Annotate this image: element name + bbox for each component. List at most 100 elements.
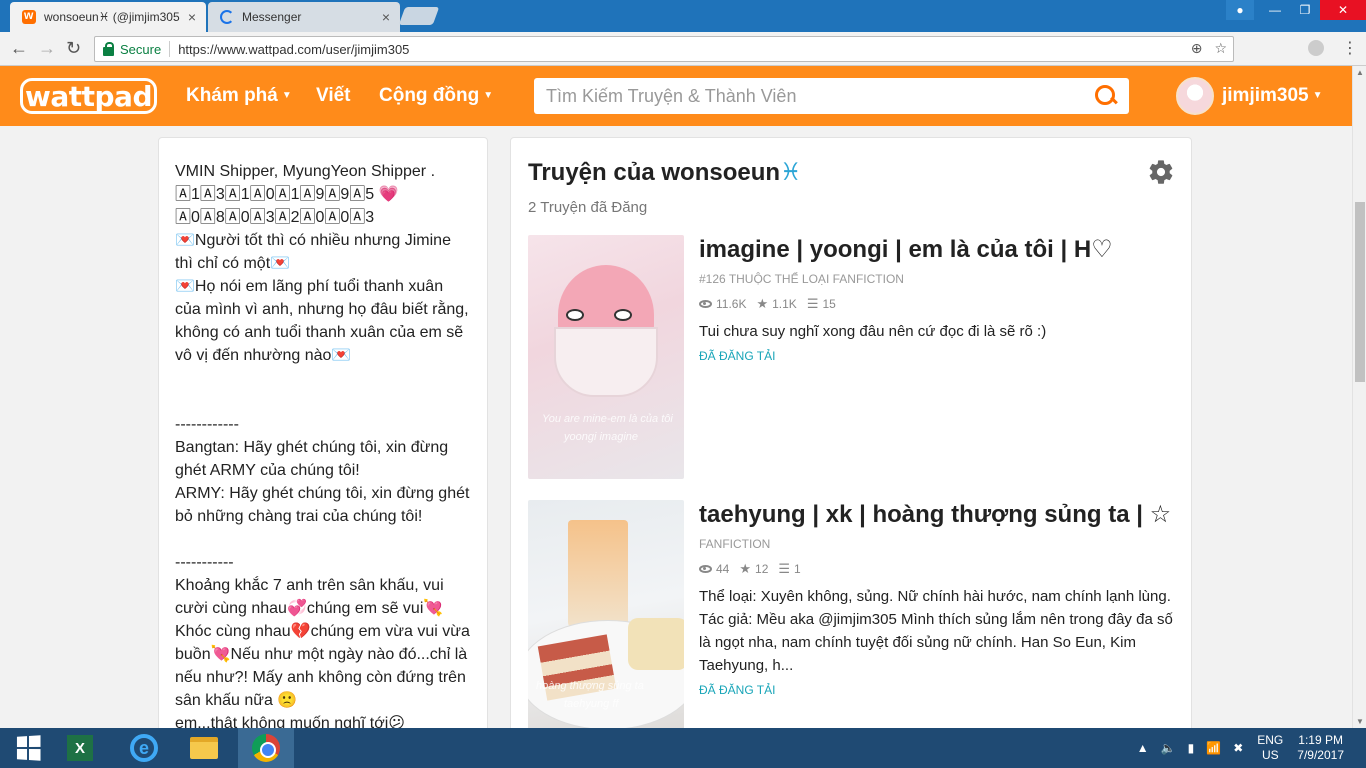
- url-text[interactable]: https://www.wattpad.com/user/jimjim305: [178, 42, 409, 57]
- stories-title-text: Truyện của wonsoeun: [528, 159, 781, 186]
- chevron-down-icon: ▼: [1312, 90, 1323, 102]
- story-description: Thể loại: Xuyên không, sủng. Nữ chính hà…: [699, 588, 1173, 674]
- windows-logo-icon: [16, 735, 41, 761]
- user-menu[interactable]: jimjim305 ▼: [1222, 85, 1323, 107]
- volume-icon[interactable]: 🔈: [1161, 741, 1176, 755]
- search-input[interactable]: [546, 85, 1095, 107]
- story-body: taehyung | xk | hoàng thượng sủng ta | ☆…: [699, 500, 1179, 697]
- taskbar-excel[interactable]: X: [52, 728, 108, 768]
- lock-icon: [103, 41, 114, 56]
- browser-tabstrip: wonsoeun♓ (@jimjim305 × Messenger × ● — …: [0, 0, 1366, 32]
- story-cover[interactable]: You are mine-em là của tôi yoongi imagin…: [528, 235, 684, 479]
- start-button[interactable]: [0, 728, 56, 768]
- nav-community[interactable]: Cộng đồng ▼: [379, 85, 493, 107]
- scroll-down-icon[interactable]: ▼: [1356, 717, 1364, 726]
- zoom-icon[interactable]: ⊕: [1191, 40, 1203, 57]
- chrome-menu-icon[interactable]: ⋮: [1342, 38, 1358, 58]
- language-indicator[interactable]: ENG US: [1257, 733, 1283, 763]
- chrome-icon: [252, 734, 280, 762]
- stories-title: Truyện của wonsoeun♓: [528, 158, 1174, 187]
- maximize-button[interactable]: ❐: [1290, 0, 1320, 20]
- close-icon[interactable]: ×: [382, 9, 390, 25]
- vote-count: 12: [755, 562, 769, 576]
- address-bar[interactable]: Secure https://www.wattpad.com/user/jimj…: [94, 36, 1234, 62]
- stories-count: 2 Truyện đã Đăng: [528, 199, 648, 216]
- forward-arrow-icon[interactable]: →: [38, 38, 56, 59]
- story-category[interactable]: #126 thuộc thể loại Fanfiction: [699, 272, 1179, 286]
- tab-label: wonsoeun♓ (@jimjim305: [44, 10, 180, 24]
- cover-bread: [628, 618, 684, 670]
- browser-toolbar: ← → ↻ Secure https://www.wattpad.com/use…: [0, 32, 1366, 66]
- pisces-symbol: ♓: [780, 159, 802, 186]
- tab-wattpad[interactable]: wonsoeun♓ (@jimjim305 ×: [10, 2, 206, 32]
- taskbar-file-explorer[interactable]: [176, 728, 232, 768]
- about-text: VMIN Shipper, MyungYeon Shipper . 🄰1🄰3🄰1…: [175, 163, 470, 728]
- chevron-up-icon[interactable]: ▲: [1137, 741, 1149, 755]
- username-label: jimjim305: [1222, 85, 1309, 106]
- window-controls: ● — ❐ ✕: [1226, 0, 1366, 20]
- tab-label: Messenger: [242, 10, 302, 24]
- nav-label: Viết: [316, 85, 351, 106]
- cover-eye: [566, 309, 584, 321]
- signal-icon[interactable]: 📶: [1206, 741, 1221, 755]
- avatar[interactable]: [1176, 77, 1214, 115]
- chevron-down-icon: ▼: [281, 90, 292, 102]
- read-count: 11.6K: [716, 297, 747, 311]
- scrollbar-thumb[interactable]: [1355, 202, 1365, 382]
- wattpad-header: wattpad Khám phá▼ Viết Cộng đồng▼ jimjim…: [0, 66, 1352, 126]
- new-tab-button[interactable]: [398, 7, 440, 25]
- story-title[interactable]: taehyung | xk | hoàng thượng sủng ta | ☆: [699, 500, 1179, 529]
- cover-drink: [568, 520, 628, 630]
- excel-icon: X: [67, 735, 93, 761]
- bookmark-star-icon[interactable]: ☆: [1214, 40, 1227, 57]
- cover-text: yoongi imagine: [564, 431, 638, 443]
- profile-icon[interactable]: ●: [1226, 0, 1254, 20]
- story-stats: 11.6K ★ 1.1K ☰ 15: [699, 296, 1179, 312]
- clock-date: 7/9/2017: [1297, 748, 1344, 762]
- extension-icon[interactable]: [1308, 40, 1324, 56]
- tab-messenger[interactable]: Messenger ×: [208, 2, 400, 32]
- nav-write[interactable]: Viết: [316, 85, 351, 107]
- language-code: ENG: [1257, 733, 1284, 747]
- story-title[interactable]: imagine | yoongi | em là của tôi | H♡: [699, 235, 1179, 264]
- clock-time: 1:19 PM: [1298, 733, 1343, 747]
- eye-icon: [699, 565, 712, 573]
- eye-icon: [699, 300, 712, 308]
- divider: [169, 41, 171, 57]
- search-box: [534, 78, 1129, 114]
- network-icon[interactable]: ✖: [1233, 741, 1243, 755]
- story-status: Đã đăng tải: [699, 683, 776, 697]
- folder-icon: [190, 737, 218, 759]
- star-icon: ★: [756, 296, 769, 311]
- reload-icon[interactable]: ↻: [66, 38, 81, 59]
- page-content: VMIN Shipper, MyungYeon Shipper . 🄰1🄰3🄰1…: [0, 126, 1352, 728]
- gear-icon[interactable]: [1147, 158, 1175, 186]
- wattpad-logo[interactable]: wattpad: [20, 78, 157, 114]
- scroll-up-icon[interactable]: ▲: [1356, 68, 1364, 77]
- taskbar-internet-explorer[interactable]: e: [116, 728, 172, 768]
- stories-panel: Truyện của wonsoeun♓ 2 Truyện đã Đăng Yo…: [510, 137, 1192, 728]
- story-cover[interactable]: hoàng thượng sủng ta taehyung ff: [528, 500, 684, 728]
- part-count: 15: [822, 297, 836, 311]
- back-arrow-icon[interactable]: ←: [10, 38, 28, 59]
- wattpad-favicon-icon: [22, 8, 36, 24]
- windows-taskbar: X e ▲ 🔈 ▮ 📶 ✖ ENG US 1:19 PM 7/9/2017: [0, 728, 1366, 768]
- star-icon: ★: [739, 561, 752, 576]
- battery-icon[interactable]: ▮: [1188, 741, 1195, 755]
- read-count: 44: [716, 562, 730, 576]
- cover-text: taehyung ff: [564, 698, 619, 710]
- nav-discover[interactable]: Khám phá ▼: [186, 85, 292, 107]
- close-icon[interactable]: ×: [188, 9, 196, 25]
- minimize-button[interactable]: —: [1260, 0, 1290, 20]
- part-count: 1: [794, 562, 801, 576]
- nav-label: Cộng đồng: [379, 85, 480, 106]
- story-category[interactable]: Fanfiction: [699, 537, 1179, 551]
- clock[interactable]: 1:19 PM 7/9/2017: [1297, 733, 1344, 763]
- cover-text: hoàng thượng sủng ta: [536, 680, 644, 692]
- cover-eye: [614, 309, 632, 321]
- search-icon[interactable]: [1095, 85, 1117, 107]
- window-close-button[interactable]: ✕: [1320, 0, 1366, 20]
- list-icon: ☰: [806, 296, 819, 311]
- taskbar-chrome[interactable]: [238, 728, 294, 768]
- page-scrollbar[interactable]: ▲ ▼: [1352, 66, 1366, 728]
